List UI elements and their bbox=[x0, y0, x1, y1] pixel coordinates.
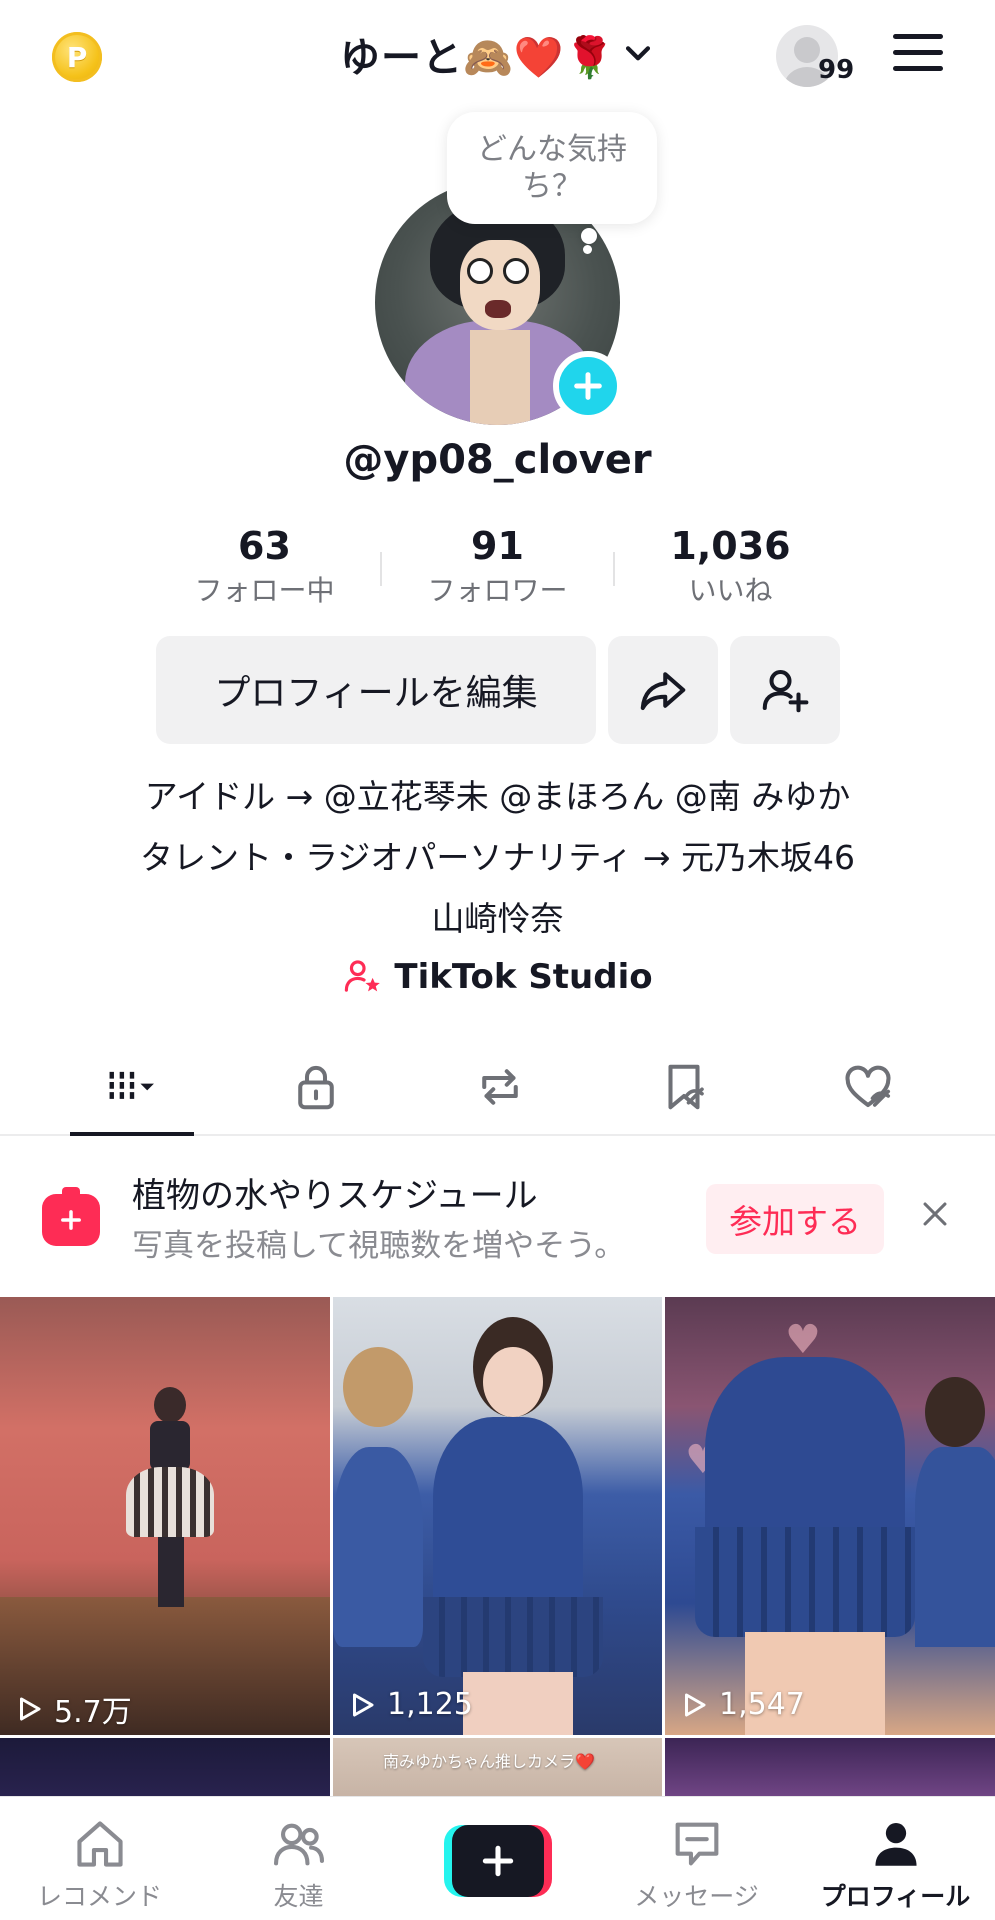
bio-line: 山崎怜奈 bbox=[431, 899, 564, 938]
bottom-nav: レコメンド 友達 メッセージ プロフィール bbox=[0, 1796, 995, 1920]
username: @yp08_clover bbox=[343, 437, 652, 483]
profile-icon bbox=[874, 1822, 917, 1866]
banner-title: 植物の水やりスケジュール bbox=[132, 1176, 538, 1216]
share-arrow-icon bbox=[640, 672, 686, 711]
creator-star-icon bbox=[345, 960, 381, 992]
play-icon bbox=[685, 1693, 706, 1716]
content-tabs bbox=[0, 1040, 995, 1136]
share-profile-button[interactable] bbox=[608, 636, 718, 744]
nav-inbox[interactable]: メッセージ bbox=[597, 1797, 796, 1920]
account-name: ゆーと🙈❤️🌹 bbox=[340, 35, 616, 81]
create-icon bbox=[482, 1845, 513, 1877]
add-friend-button[interactable] bbox=[730, 636, 840, 744]
home-icon bbox=[76, 1821, 123, 1867]
tab-liked[interactable] bbox=[776, 1040, 960, 1134]
nav-create[interactable] bbox=[398, 1797, 597, 1920]
bookmark-hidden-icon bbox=[668, 1064, 704, 1110]
play-icon bbox=[20, 1697, 41, 1721]
video-tile[interactable]: ♥ ♥ ♥ 1,547 bbox=[665, 1297, 995, 1735]
close-icon[interactable] bbox=[918, 1197, 952, 1231]
tiktok-studio-link[interactable]: TikTok Studio bbox=[0, 956, 995, 998]
tab-videos[interactable] bbox=[40, 1040, 224, 1136]
nav-profile[interactable]: プロフィール bbox=[796, 1797, 995, 1920]
edit-profile-button[interactable]: プロフィールを編集 bbox=[156, 636, 596, 744]
profile-stats: 63 フォロー中 91 フォロワー 1,036 いいね bbox=[148, 522, 848, 622]
schedule-banner: 植物の水やりスケジュール 写真を投稿して視聴数を増やそう。 参加する bbox=[0, 1138, 995, 1298]
bio-line: タレント・ラジオパーソナリティ → 元乃木坂46 bbox=[140, 838, 855, 877]
video-grid: 5.7万 1,125 ♥ ♥ ♥ 1,547 南みゆかちゃん推しカメラ❤️ bbox=[0, 1297, 995, 1808]
bubble-tail-small bbox=[583, 245, 592, 254]
menu-icon[interactable] bbox=[893, 34, 943, 74]
create-button[interactable] bbox=[443, 1825, 552, 1897]
stat-likes[interactable]: 1,036 いいね bbox=[614, 522, 847, 622]
banner-subtitle: 写真を投稿して視聴数を増やそう。 bbox=[132, 1228, 626, 1264]
chevron-down-icon bbox=[626, 46, 651, 61]
play-icon bbox=[353, 1693, 374, 1716]
nav-friends[interactable]: 友達 bbox=[199, 1797, 398, 1920]
video-tile[interactable]: 1,125 bbox=[333, 1297, 662, 1735]
friends-icon bbox=[273, 1823, 324, 1866]
lock-icon bbox=[298, 1065, 334, 1110]
add-story-button[interactable] bbox=[553, 351, 623, 421]
mood-bubble-text: どんな気持ち？ bbox=[477, 132, 627, 204]
profile-actions: プロフィールを編集 bbox=[156, 636, 840, 744]
heart-hidden-icon bbox=[845, 1065, 891, 1108]
video-tile[interactable]: 5.7万 bbox=[0, 1297, 330, 1735]
tiktok-studio-label: TikTok Studio bbox=[394, 957, 653, 997]
videos-grid-icon bbox=[109, 1071, 154, 1103]
coin-icon[interactable]: P bbox=[52, 32, 102, 82]
video-caption: 南みゆかちゃん推しカメラ❤️ bbox=[383, 1752, 595, 1771]
stat-followers[interactable]: 91 フォロワー bbox=[381, 522, 614, 622]
tab-private[interactable] bbox=[224, 1040, 408, 1134]
view-count: 5.7万 bbox=[14, 1687, 132, 1731]
top-bar: P ゆーと🙈❤️🌹 99 bbox=[0, 0, 995, 112]
join-button[interactable]: 参加する bbox=[706, 1184, 884, 1254]
bio: アイドル → @立花琴未 @まほろん @南 みゆか タレント・ラジオパーソナリテ… bbox=[0, 766, 995, 949]
stat-following[interactable]: 63 フォロー中 bbox=[148, 522, 381, 622]
account-switcher[interactable]: ゆーと🙈❤️🌹 bbox=[340, 24, 655, 84]
bio-line: アイドル → @立花琴未 @まほろん @南 みゆか bbox=[144, 777, 851, 816]
view-count: 1,125 bbox=[347, 1687, 473, 1722]
inbox-icon bbox=[675, 1822, 718, 1866]
calendar-plus-icon bbox=[42, 1187, 100, 1246]
mood-bubble[interactable]: どんな気持ち？ bbox=[447, 112, 657, 224]
add-user-icon bbox=[762, 669, 809, 713]
bubble-tail bbox=[581, 228, 597, 244]
nav-home[interactable]: レコメンド bbox=[0, 1797, 199, 1920]
tab-reposts[interactable] bbox=[408, 1040, 592, 1134]
view-count: 1,547 bbox=[679, 1687, 805, 1722]
tab-saved[interactable] bbox=[592, 1040, 776, 1134]
repost-icon bbox=[482, 1069, 518, 1105]
plus-icon bbox=[574, 372, 602, 400]
notification-badge: 99 bbox=[818, 55, 855, 85]
